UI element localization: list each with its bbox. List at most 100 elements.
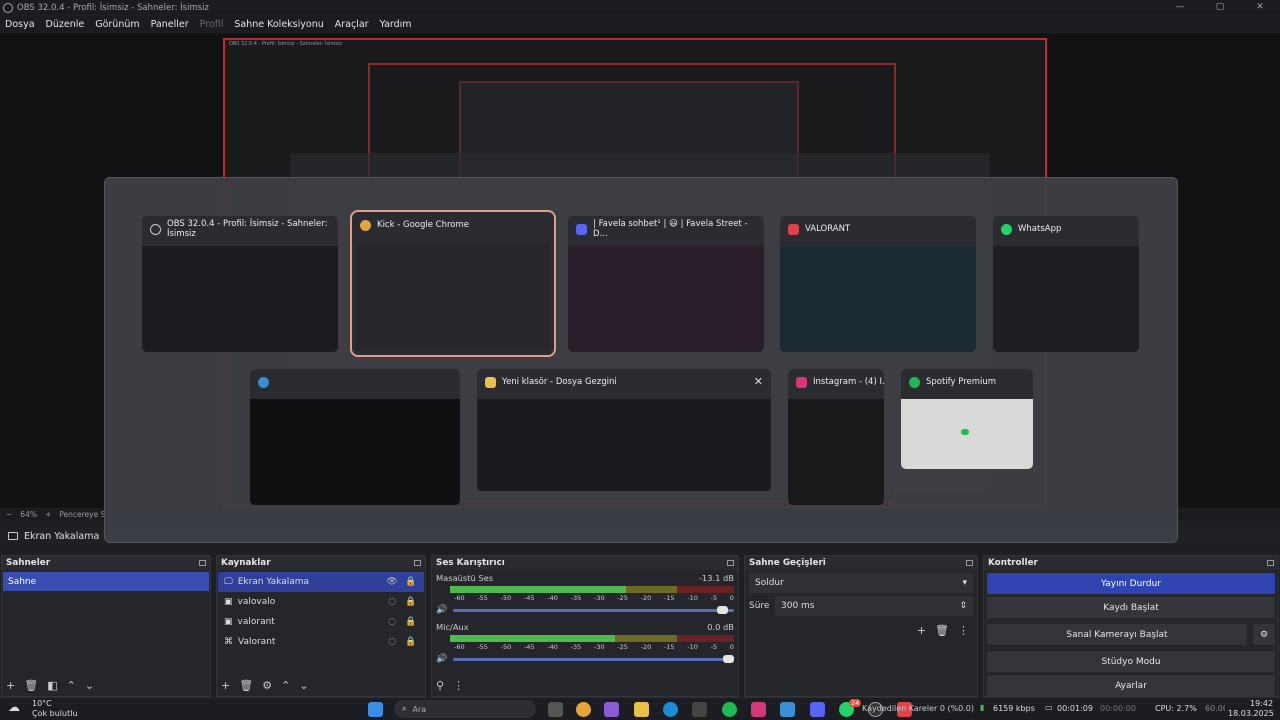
lock-icon[interactable]: 🔒	[404, 597, 418, 607]
obs-icon	[150, 223, 161, 235]
chrome-icon[interactable]	[576, 702, 591, 717]
start-recording-button[interactable]: Kaydı Başlat	[987, 597, 1275, 618]
copilot-icon[interactable]	[604, 702, 619, 717]
undock-icon[interactable]	[414, 560, 421, 566]
move-up-button[interactable]: ⌃	[67, 679, 76, 692]
meter-tick-label: -55	[477, 594, 488, 602]
spotify-icon[interactable]	[722, 702, 737, 717]
task-view-icon[interactable]	[548, 702, 563, 717]
visibility-hidden-icon[interactable]: ◌	[385, 617, 399, 627]
spinner-icon[interactable]: ⇕	[959, 601, 967, 611]
bitrate: 6159 kbps	[993, 704, 1035, 713]
window-thumbnail-explorer[interactable]: Yeni klasör - Dosya Gezgini ✕	[477, 369, 771, 491]
store-icon[interactable]	[692, 702, 707, 717]
dropped-frames-status: Kaydedilen Kareler 0 (%0.0)	[862, 704, 975, 713]
meter-tick-label: -45	[523, 643, 535, 651]
taskbar-search[interactable]: ⌕ Ara	[394, 700, 536, 718]
undock-icon[interactable]	[199, 560, 206, 566]
discord-icon[interactable]	[810, 702, 825, 717]
remove-scene-button[interactable]: 🗑	[24, 679, 38, 692]
lock-icon[interactable]: 🔒	[404, 577, 418, 587]
window-thumbnail-discord[interactable]: | Favela sohbet¹ | 😃 | Favela Street - D…	[568, 216, 764, 352]
fit-to-window-label[interactable]: Pencereye S	[59, 510, 105, 519]
close-button[interactable]: ✕	[1240, 0, 1280, 15]
obs-logo-icon	[3, 2, 13, 13]
visibility-hidden-icon[interactable]: ◌	[385, 597, 399, 607]
scene-item[interactable]: Sahne	[3, 572, 209, 591]
source-item[interactable]: 🖵 Ekran Yakalama 👁 🔒	[218, 572, 424, 592]
menu-yardim[interactable]: Yardım	[380, 19, 412, 30]
minimize-button[interactable]: —	[1160, 0, 1200, 15]
volume-slider[interactable]	[453, 654, 734, 663]
window-thumbnail-obs[interactable]: OBS 32.0.4 - Profil: İsimsiz - Sahneler:…	[142, 216, 338, 352]
weather-icon[interactable]: ☁	[8, 700, 20, 714]
gamepad-icon: ⌘	[224, 637, 233, 647]
undock-icon[interactable]	[727, 560, 734, 566]
lock-icon[interactable]: 🔒	[404, 637, 418, 647]
undock-icon[interactable]	[1267, 560, 1274, 566]
visibility-eye-icon[interactable]: 👁	[385, 577, 399, 587]
window-title: OBS 32.0.4 - Profil: İsimsiz - Sahneler:…	[17, 2, 209, 13]
meter-tick-label: -25	[617, 594, 628, 602]
window-thumbnail-spotify[interactable]: Spotify Premium	[901, 369, 1033, 469]
remove-transition-button[interactable]: 🗑	[935, 624, 949, 637]
mixer-menu-button[interactable]: ⋮	[453, 679, 464, 692]
clock-date[interactable]: 18.03.2025	[1228, 709, 1274, 718]
window-thumbnail-chrome[interactable]: Kick - Google Chrome	[350, 210, 556, 357]
zoom-out-button[interactable]: −	[6, 510, 12, 519]
speaker-icon[interactable]: 🔊	[436, 605, 447, 615]
move-down-button[interactable]: ⌄	[299, 679, 308, 692]
menu-paneller[interactable]: Paneller	[151, 19, 189, 30]
source-item[interactable]: ⌘ Valorant ◌ 🔒	[218, 632, 424, 652]
close-thumbnail-icon[interactable]: ✕	[754, 375, 763, 388]
lock-icon[interactable]: 🔒	[404, 617, 418, 627]
window-thumbnail-steam[interactable]	[250, 369, 460, 505]
steam-icon[interactable]	[780, 702, 795, 717]
maximize-button[interactable]: ▢	[1200, 0, 1240, 15]
meter-scale: -60 -55 -50 -45 -40 -35 -30 -25 -20 -15 -10 -5 0	[454, 594, 734, 602]
menu-duzenle[interactable]: Düzenle	[46, 19, 85, 30]
source-item[interactable]: ▣ valorant ◌ 🔒	[218, 612, 424, 632]
add-source-button[interactable]: +	[221, 679, 230, 692]
visibility-hidden-icon[interactable]: ◌	[385, 637, 399, 647]
valorant-icon	[788, 223, 799, 235]
remove-source-button[interactable]: 🗑	[239, 679, 253, 692]
stop-streaming-button[interactable]: Yayını Durdur	[987, 573, 1275, 594]
add-scene-button[interactable]: +	[6, 679, 15, 692]
undock-icon[interactable]	[966, 560, 973, 566]
studio-mode-button[interactable]: Stüdyo Modu	[987, 651, 1275, 672]
duration-input[interactable]: 300 ms ⇕	[775, 596, 973, 616]
window-thumbnail-valorant[interactable]: VALORANT	[780, 216, 976, 352]
start-virtual-camera-button[interactable]: Sanal Kamerayı Başlat	[987, 624, 1247, 645]
menu-sahne-koleksiyonu[interactable]: Sahne Koleksiyonu	[234, 19, 323, 30]
menu-araclar[interactable]: Araçlar	[335, 19, 369, 30]
clock-time[interactable]: 19:42	[1250, 699, 1273, 708]
file-explorer-icon[interactable]	[634, 702, 649, 717]
settings-button[interactable]: Ayarlar	[987, 675, 1275, 696]
transition-select[interactable]: Soldur ▾	[749, 573, 973, 593]
add-transition-button[interactable]: +	[917, 624, 926, 637]
signal-icon: ▮	[980, 703, 985, 712]
advanced-audio-button[interactable]: ⚲	[436, 679, 444, 692]
virtual-camera-gear-icon[interactable]: ⚙	[1253, 624, 1275, 645]
window-thumbnail-instagram[interactable]: Instagram - (4) I...	[788, 369, 884, 505]
transition-menu-button[interactable]: ⋮	[958, 624, 969, 637]
source-properties-button[interactable]: ⚙	[262, 679, 272, 692]
speaker-icon[interactable]: 🔊	[436, 654, 447, 664]
window-thumbnail-whatsapp[interactable]: WhatsApp	[993, 216, 1139, 352]
instagram-icon[interactable]	[751, 702, 766, 717]
move-up-button[interactable]: ⌃	[281, 679, 290, 692]
sources-toolbar: + 🗑 ⚙ ⌃ ⌄	[221, 679, 309, 692]
menu-profil[interactable]: Profil	[200, 19, 224, 30]
edge-icon[interactable]	[663, 702, 678, 717]
windows-start-icon[interactable]	[368, 702, 383, 717]
source-item[interactable]: ▣ valovalo ◌ 🔒	[218, 592, 424, 612]
menu-gorunum[interactable]: Görünüm	[95, 19, 139, 30]
meter-tick-label: -5	[710, 643, 718, 651]
move-down-button[interactable]: ⌄	[85, 679, 94, 692]
menu-dosya[interactable]: Dosya	[5, 19, 35, 30]
scene-filters-button[interactable]: ◧	[47, 679, 57, 692]
volume-slider[interactable]	[453, 605, 734, 614]
channel-db: 0.0 dB	[707, 622, 734, 632]
zoom-in-button[interactable]: +	[45, 510, 51, 519]
